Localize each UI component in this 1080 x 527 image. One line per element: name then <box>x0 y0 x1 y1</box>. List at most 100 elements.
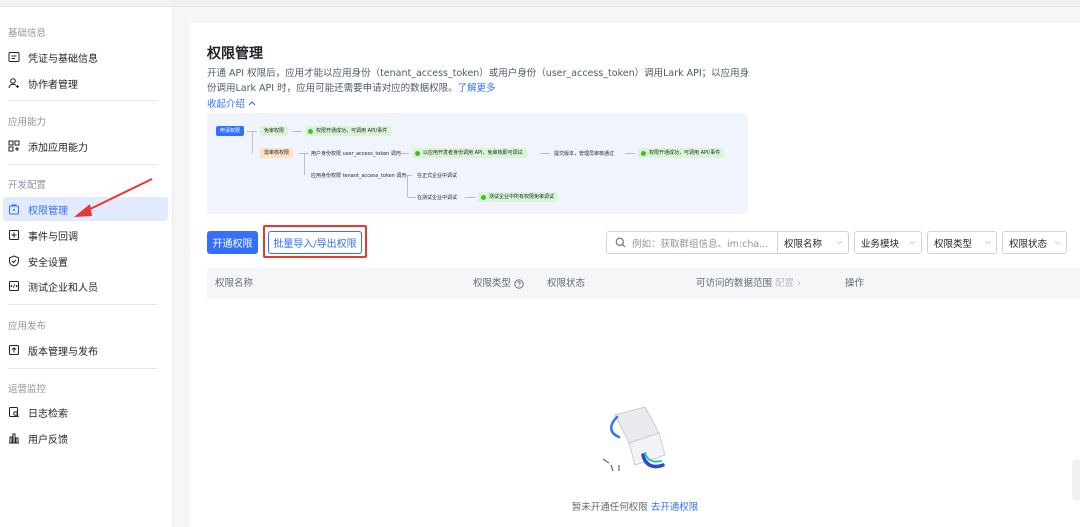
flow-no-review: 免审权限 <box>260 126 289 136</box>
event-icon <box>8 229 20 241</box>
section-title-release: 应用发布 <box>8 321 47 332</box>
search-placeholder: 例如：获取群组信息、im:cha... <box>632 238 769 250</box>
sidebar-item-collaborators[interactable]: 协作者管理 <box>3 71 168 95</box>
select-label: 权限名称 <box>784 238 823 250</box>
flow-test: 在测试企业中调试 <box>417 195 458 201</box>
flow-review: 需审核权限 <box>260 148 294 158</box>
col-status: 权限状态 <box>547 278 586 289</box>
flow-connector <box>304 153 305 175</box>
empty-message: 暂未开通任何权限 <box>571 502 648 513</box>
log-search-icon <box>8 406 20 418</box>
sidebar-item-label: 用户反馈 <box>28 434 68 446</box>
enable-permission-button[interactable]: 开通权限 <box>207 231 258 254</box>
flow-connector <box>397 153 409 154</box>
sidebar-item-label: 测试企业和人员 <box>28 282 98 294</box>
help-icon[interactable] <box>514 278 524 289</box>
section-title-dev-config: 开发配置 <box>8 180 47 191</box>
test-icon <box>8 280 20 292</box>
flow-connector <box>408 197 416 198</box>
sidebar-item-events[interactable]: 事件与回调 <box>3 223 168 247</box>
page-description: 开通 API 权限后，应用才能以应用身份（tenant_access_token… <box>207 66 752 96</box>
col-action: 操作 <box>845 278 865 289</box>
sidebar-item-label: 版本管理与发布 <box>28 346 98 358</box>
section-title-capability: 应用能力 <box>8 117 47 128</box>
top-bar <box>0 0 1080 7</box>
check-icon <box>415 150 420 156</box>
chevron-down-icon: ⌵ <box>984 238 990 246</box>
flow-connector <box>625 153 635 154</box>
col-scope-label: 可访问的数据范围 <box>696 278 773 289</box>
col-type-label: 权限类型 <box>473 278 512 289</box>
user-add-icon <box>8 77 20 89</box>
col-name: 权限名称 <box>215 278 254 289</box>
divider <box>8 368 157 369</box>
sidebar-item-versions[interactable]: 版本管理与发布 <box>3 338 168 362</box>
flow-connector <box>292 131 302 132</box>
learn-more-link[interactable]: 了解更多 <box>458 83 496 94</box>
flow-final-result: 权限开通成功，可调用 API/事件 <box>638 148 725 158</box>
divider <box>8 304 157 305</box>
collapse-label: 收起介绍 <box>207 99 246 110</box>
upload-icon <box>8 344 20 356</box>
sidebar-item-label: 事件与回调 <box>28 231 78 243</box>
sidebar-item-test-tenant[interactable]: 测试企业和人员 <box>3 274 168 298</box>
permission-flow-diagram: 申请权限 免审权限 权限开通成功，可调用 API/事件 需审核权限 用户身份权限… <box>207 113 748 214</box>
sidebar-item-add-capability[interactable]: 添加应用能力 <box>3 134 168 158</box>
sidebar-item-label: 权限管理 <box>28 205 68 217</box>
feedback-icon <box>8 432 20 444</box>
filter-status[interactable]: 权限状态 ⌵ <box>1002 231 1067 254</box>
filter-type[interactable]: 权限类型 ⌵ <box>927 231 997 254</box>
flow-user-identity: 用户身份权限 user_access_token 调用 <box>311 151 401 157</box>
flow-connector <box>465 197 475 198</box>
annotation-arrow <box>74 178 153 217</box>
select-label: 权限类型 <box>934 238 973 250</box>
col-type: 权限类型 <box>473 268 524 299</box>
scrollbar[interactable] <box>1072 460 1080 500</box>
empty-box-illustration <box>602 406 666 472</box>
check-icon <box>641 150 646 156</box>
flow-no-review-result: 权限开通成功，可调用 API/事件 <box>305 126 392 136</box>
scope-config-label: 配置 <box>775 278 795 289</box>
sidebar-item-feedback[interactable]: 用户反馈 <box>3 426 168 450</box>
chevron-up-icon <box>248 100 256 106</box>
check-icon <box>308 128 313 134</box>
check-icon <box>481 194 486 200</box>
flow-formal: 在正式企业中调试 <box>417 173 458 179</box>
flow-connector <box>407 175 408 197</box>
search-field-select[interactable]: 权限名称 ⌵ <box>778 231 849 254</box>
sidebar-item-log-search[interactable]: 日志检索 <box>3 400 168 424</box>
sidebar-item-security[interactable]: 安全设置 <box>3 249 168 273</box>
flow-text: 以应用开发者身份调用 API，免审核即可调试 <box>423 150 523 156</box>
flow-test-result: 测试企业中所有权限免审调试 <box>478 192 559 202</box>
collapse-intro-toggle[interactable]: 收起介绍 <box>207 96 256 110</box>
main-panel: 权限管理 开通 API 权限后，应用才能以应用身份（tenant_access_… <box>190 23 1080 527</box>
flow-submit: 提交版本，管理员审核通过 <box>554 151 615 157</box>
flow-text: 权限开通成功，可调用 API/事件 <box>316 128 388 134</box>
sidebar-item-credentials[interactable]: 凭证与基础信息 <box>3 45 168 69</box>
sidebar-item-label: 日志检索 <box>28 408 68 420</box>
section-title-monitor: 运营监控 <box>8 384 47 395</box>
section-title-basic: 基础信息 <box>8 28 47 39</box>
select-label: 权限状态 <box>1009 238 1048 250</box>
sidebar-item-label: 协作者管理 <box>28 79 78 91</box>
flow-connector <box>540 153 550 154</box>
flow-text: 测试企业中所有权限免审调试 <box>489 194 555 200</box>
search-input[interactable]: 例如：获取群组信息、im:cha... <box>606 231 778 254</box>
search-icon <box>615 237 626 248</box>
lock-icon <box>8 203 20 215</box>
table-header: 权限名称 权限类型 权限状态 可访问的数据范围 配置 › 操作 <box>207 268 1080 299</box>
divider <box>8 100 157 101</box>
chevron-down-icon: ⌵ <box>836 238 842 246</box>
flow-start: 申请权限 <box>216 126 245 136</box>
shield-icon <box>8 255 20 267</box>
divider <box>8 164 157 165</box>
go-enable-link[interactable]: 去开通权限 <box>651 502 699 513</box>
col-scope: 可访问的数据范围 配置 › <box>696 268 801 299</box>
sidebar-item-label: 添加应用能力 <box>28 142 88 154</box>
highlight-box <box>263 225 367 258</box>
flow-text: 权限开通成功，可调用 API/事件 <box>649 150 721 156</box>
scope-config-link[interactable]: 配置 › <box>775 278 801 289</box>
filter-module[interactable]: 业务模块 ⌵ <box>854 231 922 254</box>
flow-connector <box>252 131 253 153</box>
flow-app-identity: 应用身份权限 tenant_access_token 调用 <box>311 173 407 179</box>
